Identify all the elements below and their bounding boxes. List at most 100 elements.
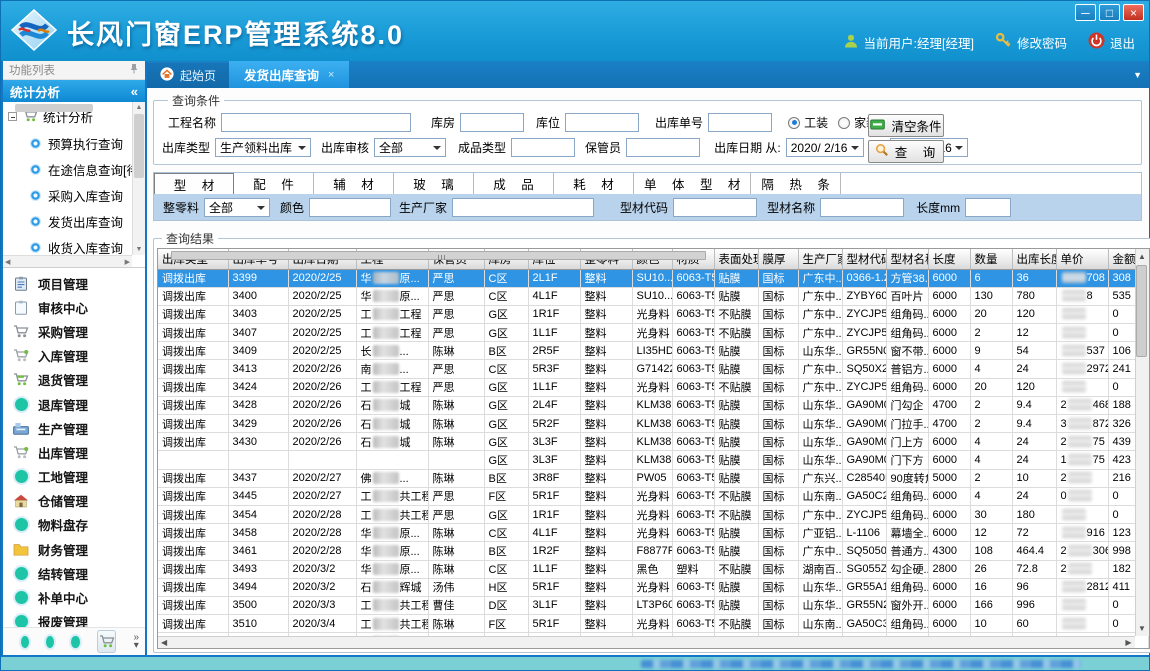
table-row[interactable]: 调拨出库34092020/2/25长...陈琳B区2R5F整料LI35HD606… [158,342,1148,360]
table-row[interactable]: 调拨出库34032020/2/25工工程严思G区1R1F整料光身料6063-T5… [158,305,1148,323]
logout-button[interactable]: 退出 [1088,32,1135,52]
column-header[interactable]: 表面处理 [714,249,758,269]
table-row[interactable]: 调拨出库34932020/3/2华原...陈琳C区1L1F整料黑色塑料不贴膜国标… [158,560,1148,578]
table-row[interactable]: 调拨出库35102020/3/4工共工程陈琳F区5R1F整料光身料6063-T5… [158,615,1148,633]
stats-panel-header[interactable]: 统计分析 « [3,80,145,102]
scroll-up-icon[interactable]: ▲ [136,104,143,111]
table-row[interactable]: 调拨出库34452020/2/27工共工程严思F区5R1F整料光身料6063-T… [158,487,1148,505]
cart-module-button[interactable] [97,630,117,653]
audit-select[interactable]: 全部 [374,138,446,157]
material-tab[interactable]: 配 件 [234,173,314,194]
tree-item[interactable]: 发货出库查询 [3,208,132,234]
sidebar-menu-item[interactable]: 结转管理 [3,561,145,585]
tree-scroll-thumb[interactable] [134,114,144,178]
sidebar-menu-item[interactable]: 审核中心 [3,295,145,319]
tree-item[interactable]: 收货入库查询 [3,234,132,255]
tree-item[interactable]: 在途信息查询[待 [3,156,132,182]
column-header[interactable]: 单价 [1056,249,1108,269]
material-tab[interactable]: 隔 热 条 [751,173,840,194]
tree-hscroll-thumb[interactable] [15,104,93,112]
material-tab[interactable]: 成 品 [474,173,554,194]
material-tab[interactable]: 辅 材 [314,173,394,194]
table-row[interactable]: 调拨出库34132020/2/26南...严思C区5R3F整料G71422606… [158,360,1148,378]
table-horizontal-scrollbar[interactable]: ◀▶ [158,636,1135,648]
sidebar-menu-item[interactable]: 采购管理 [3,319,145,343]
tab-shipment-query[interactable]: 发货出库查询 × [229,61,349,88]
scroll-right-icon[interactable]: ▶ [1125,638,1131,647]
change-password-button[interactable]: 修改密码 [995,32,1067,52]
table-row[interactable]: 调拨出库34292020/2/26石城陈琳G区5R2F整料KLM38176063… [158,415,1148,433]
table-row[interactable]: 调拨出库35002020/3/3工共工程曹佳D区3L1F整料LT3P606063… [158,596,1148,614]
tab-list-caret-icon[interactable]: ▼ [1133,70,1142,80]
search-button[interactable]: 查 询 [868,140,944,163]
minimize-button[interactable]: ─ [1075,4,1096,21]
project-name-input[interactable] [221,113,411,132]
material-tab[interactable]: 玻 璃 [394,173,474,194]
column-header[interactable]: 数量 [970,249,1012,269]
scroll-down-icon[interactable]: ▼ [1138,624,1146,633]
table-row[interactable]: 调拨出库34282020/2/26石城陈琳G区2L4F整料KLM38176063… [158,396,1148,414]
table-row[interactable]: 调拨出库34582020/2/28华原...陈琳C区4L1F整料光身料6063-… [158,524,1148,542]
warehouse-input[interactable] [460,113,524,132]
sidebar-menu-item[interactable]: 退库管理 [3,392,145,416]
table-row[interactable]: 调拨出库34612020/2/28华原...陈琳B区1R2F整料F8877FT6… [158,542,1148,560]
more-modules-button[interactable]: »▾ [133,634,139,650]
material-tab[interactable]: 单 体 型 材 [634,173,751,194]
column-header[interactable]: 出库长度 [1012,249,1056,269]
table-row[interactable]: 调拨出库34072020/2/25工工程严思G区1L1F整料光身料6063-T5… [158,324,1148,342]
table-vscroll-thumb[interactable] [1136,265,1147,357]
scroll-down-icon[interactable]: ▼ [136,246,143,253]
sidebar-menu-item[interactable]: 补单中心 [3,585,145,609]
sidebar-menu-item[interactable]: 财务管理 [3,537,145,561]
table-row[interactable]: 调拨出库34542020/2/28工共工程严思G区1R1F整料光身料6063-T… [158,505,1148,523]
order-no-input[interactable] [708,113,772,132]
module-dot-icon[interactable] [46,636,54,648]
sidebar-menu-item[interactable]: 生产管理 [3,416,145,440]
close-button[interactable]: × [1123,4,1144,21]
tab-home[interactable]: 起始页 [147,63,229,88]
column-header[interactable]: 型材代码 [842,249,886,269]
table-row[interactable]: 调拨出库34242020/2/26工工程严思G区1L1F整料光身料6063-T5… [158,378,1148,396]
table-row[interactable]: 调拨出库33992020/2/25华原...严思C区2L1F整料SU10...6… [158,269,1148,287]
sidebar-menu-item[interactable]: 仓储管理 [3,489,145,513]
table-row[interactable]: 调拨出库34302020/2/26石城陈琳G区3L3F整料KLM38176063… [158,433,1148,451]
module-dot-icon[interactable] [71,636,79,648]
color-input[interactable] [309,198,391,217]
length-input[interactable] [965,198,1011,217]
product-type-input[interactable] [511,138,575,157]
column-header[interactable]: 生产厂家 [798,249,842,269]
date-from-select[interactable]: 2020/ 2/16 [786,138,864,157]
sidebar-menu-item[interactable]: 报废管理 [3,610,145,627]
maximize-button[interactable]: □ [1099,4,1120,21]
clear-conditions-button[interactable]: 清空条件 [868,114,944,137]
location-input[interactable] [565,113,639,132]
sidebar-menu-item[interactable]: 物料盘存 [3,513,145,537]
table-row[interactable]: 调拨出库34942020/3/2石辉城汤伟H区5R1F整料光身料6063-T5贴… [158,578,1148,596]
table-row[interactable]: 调拨出库34372020/2/27佛...陈琳B区3R8F整料PW056063-… [158,469,1148,487]
sidebar-menu-item[interactable]: 退货管理 [3,368,145,392]
scroll-up-icon[interactable]: ▲ [1138,252,1146,261]
column-header[interactable]: 长度 [928,249,970,269]
scroll-left-icon[interactable]: ◀ [161,638,167,647]
tree-item[interactable]: 预算执行查询 [3,130,132,156]
home-decor-radio[interactable] [838,117,850,129]
module-dot-icon[interactable] [21,636,29,648]
tree-expand-icon[interactable] [8,112,17,121]
scroll-right-icon[interactable]: ▶ [125,258,130,266]
scroll-left-icon[interactable]: ◀ [5,258,10,266]
sidebar-menu-item[interactable]: 入库管理 [3,344,145,368]
profile-name-input[interactable] [820,198,904,217]
sidebar-menu-item[interactable]: 项目管理 [3,271,145,295]
tab-close-icon[interactable]: × [328,69,334,81]
material-tab[interactable]: 型 材 [154,173,234,194]
column-header[interactable]: 膜厚 [758,249,798,269]
column-header[interactable]: 型材名称 [886,249,928,269]
profile-code-input[interactable] [673,198,757,217]
industrial-radio[interactable] [788,117,800,129]
keeper-input[interactable] [626,138,700,157]
whole-piece-select[interactable]: 全部 [204,198,270,217]
tree-item[interactable]: 采购入库查询 [3,182,132,208]
table-hscroll-thumb[interactable] [171,251,706,260]
manufacturer-input[interactable] [452,198,594,217]
pin-icon[interactable] [129,63,139,77]
